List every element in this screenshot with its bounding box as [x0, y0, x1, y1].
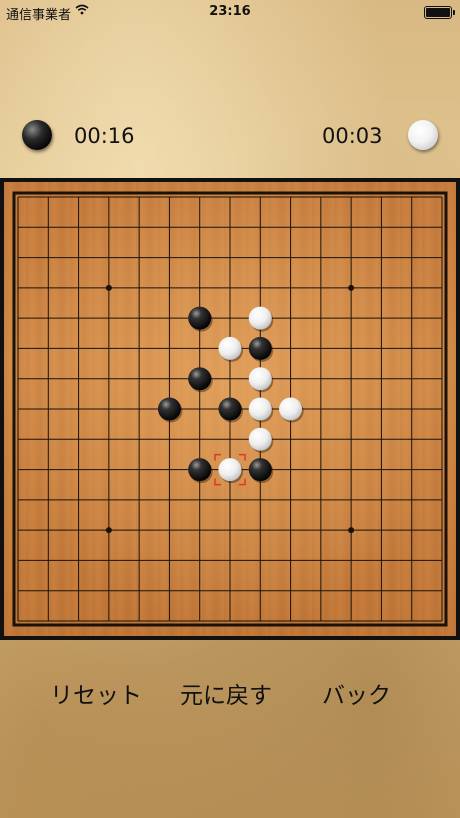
control-bar: リセット 元に戻す バック [0, 676, 460, 710]
black-stone [248, 336, 272, 360]
undo-button[interactable]: 元に戻す [180, 676, 272, 710]
reset-button[interactable]: リセット [50, 676, 142, 710]
star-point [348, 284, 355, 291]
star-point [105, 527, 112, 534]
black-player-panel: 00:16 [22, 118, 152, 152]
black-stone [157, 397, 181, 421]
status-time: 23:16 [209, 4, 251, 19]
white-stone [248, 397, 272, 421]
battery-icon [424, 6, 455, 19]
status-bar: 通信事業者 23:16 [0, 0, 460, 24]
white-stone [218, 458, 242, 482]
white-stone [279, 397, 303, 421]
white-stone [248, 427, 272, 451]
star-point [348, 527, 355, 534]
black-stone [188, 367, 212, 391]
black-stone [188, 458, 212, 482]
white-timer: 00:03 [322, 124, 383, 148]
white-stone [248, 306, 272, 330]
gomoku-board[interactable] [4, 182, 456, 636]
black-stone [188, 306, 212, 330]
star-point [105, 284, 112, 291]
board-frame [0, 178, 460, 640]
board-grid[interactable] [4, 182, 456, 636]
back-button[interactable]: バック [322, 676, 391, 710]
white-player-panel: 00:03 [322, 118, 442, 152]
black-timer: 00:16 [74, 124, 135, 148]
white-stone [218, 336, 242, 360]
black-stone [218, 397, 242, 421]
black-stone [248, 458, 272, 482]
white-stone-icon [408, 120, 438, 150]
white-stone [248, 367, 272, 391]
black-stone-icon [22, 120, 52, 150]
